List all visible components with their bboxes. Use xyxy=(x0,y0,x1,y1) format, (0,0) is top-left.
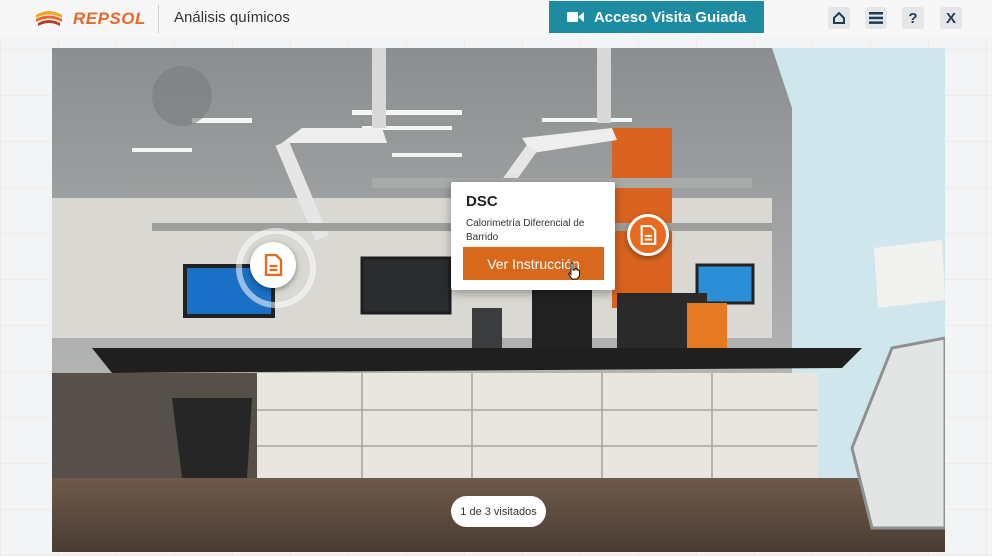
close-button[interactable]: X xyxy=(940,7,962,29)
home-icon xyxy=(833,11,845,24)
menu-icon xyxy=(869,12,883,24)
home-button[interactable] xyxy=(828,7,850,29)
guided-tour-button[interactable]: Acceso Visita Guiada xyxy=(549,1,764,33)
panorama-viewer[interactable] xyxy=(52,48,945,552)
help-button[interactable]: ? xyxy=(902,7,924,29)
document-icon xyxy=(640,225,657,245)
page-title: Análisis químicos xyxy=(174,9,290,26)
help-icon: ? xyxy=(908,9,918,27)
laboratory-panorama-image xyxy=(52,48,945,552)
header-divider xyxy=(158,5,159,33)
menu-button[interactable] xyxy=(865,7,887,29)
popup-description: Calorimetría Diferencial de Barrido xyxy=(466,218,585,243)
video-camera-icon xyxy=(566,12,584,22)
brand-name: REPSOL xyxy=(73,9,146,28)
hand-pointer-cursor-icon xyxy=(567,262,580,280)
visited-counter-badge: 1 de 3 visitados xyxy=(451,496,546,527)
view-instruction-button[interactable]: Ver Instrucción xyxy=(463,247,604,280)
hotspot-document-left[interactable] xyxy=(250,242,296,288)
close-icon: X xyxy=(945,9,956,27)
top-bar: REPSOL Análisis químicos Acceso Visita G… xyxy=(0,0,992,37)
guided-tour-label: Acceso Visita Guiada xyxy=(593,8,747,26)
popup-title: DSC xyxy=(466,193,498,210)
repsol-logo-icon xyxy=(36,11,62,26)
hotspot-document-active[interactable] xyxy=(627,214,669,256)
document-icon xyxy=(264,254,283,276)
hotspot-info-popup: DSC Calorimetría Diferencial de Barrido … xyxy=(451,182,615,290)
